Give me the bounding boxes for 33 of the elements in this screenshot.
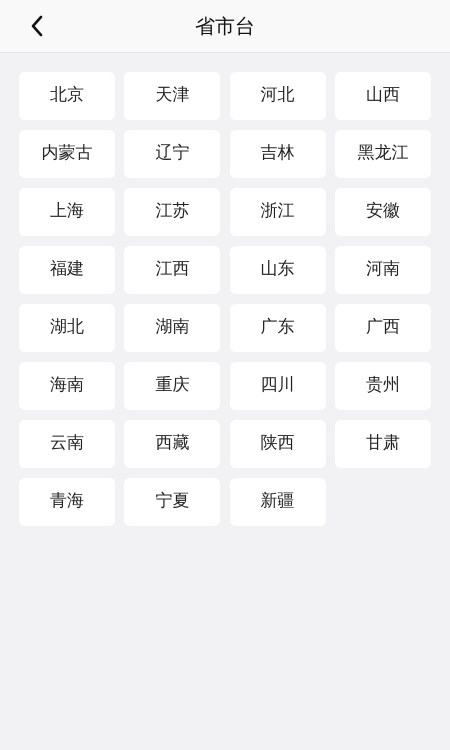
province-button[interactable]: 重庆 (124, 362, 220, 410)
province-button[interactable]: 海南 (19, 362, 115, 410)
province-button[interactable]: 湖北 (19, 304, 115, 352)
province-button[interactable]: 北京 (19, 72, 115, 120)
province-button[interactable]: 陕西 (230, 420, 326, 468)
province-button[interactable]: 湖南 (124, 304, 220, 352)
page-title: 省市台 (195, 13, 255, 40)
province-button[interactable]: 内蒙古 (19, 130, 115, 178)
back-icon (30, 15, 44, 37)
province-button[interactable]: 安徽 (334, 188, 431, 236)
province-button[interactable]: 西藏 (124, 420, 220, 468)
province-button[interactable]: 浙江 (230, 188, 326, 236)
province-button[interactable]: 福建 (19, 246, 115, 294)
province-button[interactable]: 河北 (230, 72, 326, 120)
province-button[interactable]: 宁夏 (124, 478, 220, 526)
province-button[interactable]: 上海 (19, 188, 115, 236)
province-button[interactable]: 辽宁 (124, 130, 220, 178)
province-button[interactable]: 江西 (124, 246, 220, 294)
province-button[interactable]: 甘肃 (334, 420, 431, 468)
province-button[interactable]: 黑龙江 (334, 130, 431, 178)
province-button[interactable]: 山西 (334, 72, 431, 120)
province-button[interactable]: 山东 (230, 246, 326, 294)
province-button[interactable]: 青海 (19, 478, 115, 526)
province-button[interactable]: 广东 (230, 304, 326, 352)
province-button[interactable]: 河南 (334, 246, 431, 294)
province-button[interactable]: 广西 (334, 304, 431, 352)
province-button[interactable]: 吉林 (230, 130, 326, 178)
province-button[interactable]: 新疆 (230, 478, 326, 526)
province-button[interactable]: 四川 (230, 362, 326, 410)
province-button[interactable]: 贵州 (334, 362, 431, 410)
province-button[interactable]: 天津 (124, 72, 220, 120)
province-button[interactable]: 云南 (19, 420, 115, 468)
province-button[interactable]: 江苏 (124, 188, 220, 236)
